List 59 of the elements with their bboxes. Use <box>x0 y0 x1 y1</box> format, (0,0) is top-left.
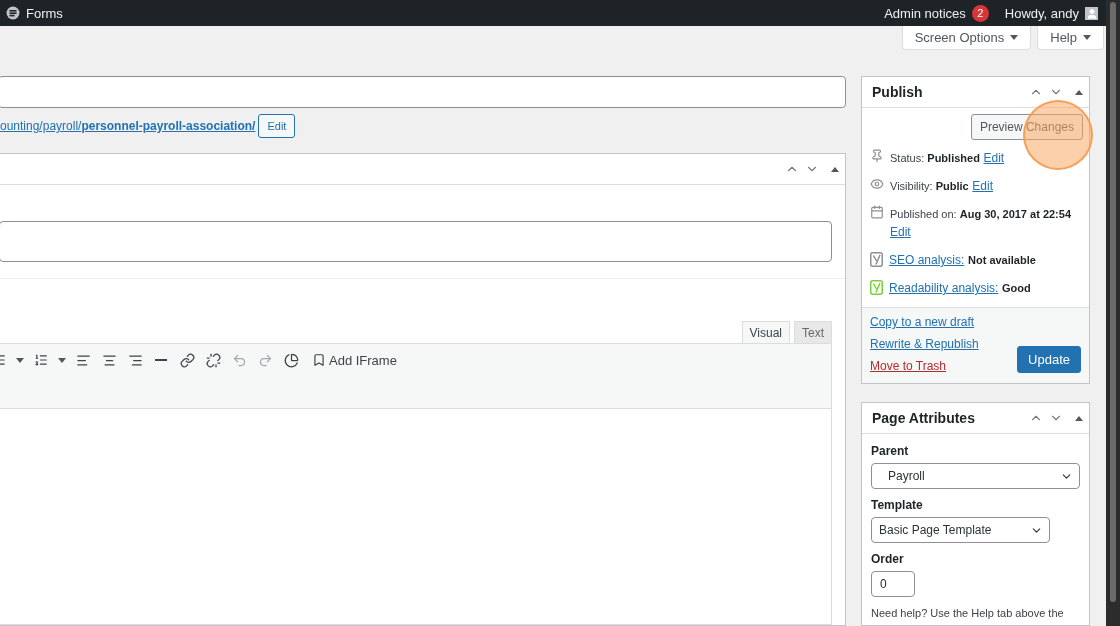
panel-title: Publish <box>872 84 923 100</box>
analysis-result: Good <box>1002 282 1031 294</box>
eye-icon <box>870 177 884 191</box>
link-icon <box>179 352 195 368</box>
parent-select[interactable]: Payroll <box>871 463 1080 489</box>
numbered-list-icon <box>34 353 48 367</box>
screen-meta-button[interactable]: Screen Options <box>901 26 1032 50</box>
text-area[interactable] <box>0 221 832 262</box>
update-button[interactable]: Update <box>1017 346 1081 373</box>
align-right-icon <box>127 352 143 368</box>
help-text: Need help? Use the Help tab above the <box>871 606 1065 620</box>
caret-icon <box>16 357 24 363</box>
pie-chart-icon <box>283 352 299 368</box>
edit-permalink-button[interactable]: Edit <box>258 114 296 138</box>
notice-count: 2 <box>971 4 989 22</box>
align-left-icon <box>75 352 91 368</box>
preview-changes-button[interactable]: Preview Changes <box>970 114 1083 140</box>
pin-icon <box>870 149 884 163</box>
collapse-icon[interactable] <box>1075 415 1083 421</box>
editor-tab[interactable]: Text <box>794 321 832 344</box>
action-link[interactable]: Rewrite & Republish <box>870 337 979 351</box>
site-logo-icon <box>6 6 20 20</box>
edit-link[interactable]: Edit <box>890 225 911 239</box>
collapse-icon[interactable] <box>831 166 839 172</box>
admin-notices-link[interactable]: Admin notices <box>884 5 966 21</box>
template-select[interactable]: Basic Page Template <box>871 517 1050 543</box>
action-link[interactable]: Copy to a new draft <box>870 315 979 329</box>
redo-icon <box>257 352 273 368</box>
analysis-result: Not available <box>968 254 1036 266</box>
align-center-icon <box>101 352 117 368</box>
caret-icon <box>58 357 66 363</box>
scrollbar-thumb[interactable] <box>1110 2 1116 602</box>
avatar-icon[interactable] <box>1085 6 1098 20</box>
site-title[interactable]: Forms <box>26 5 63 21</box>
unlink-icon <box>205 352 221 368</box>
undo-icon <box>231 352 247 368</box>
field-label: Parent <box>871 444 910 459</box>
publish-setting: Visibility: Public <box>890 180 969 192</box>
publish-setting: Status: Published <box>890 152 980 164</box>
editor-tab[interactable]: Visual <box>741 321 790 344</box>
analysis-link[interactable]: SEO analysis: <box>889 253 965 267</box>
horizontal-line-icon <box>155 359 167 361</box>
bookmark-icon <box>312 353 326 367</box>
analysis-link[interactable]: Readability analysis: <box>889 281 999 295</box>
order-field[interactable]: 0 <box>871 571 915 597</box>
panel-title: Page Attributes <box>872 410 975 426</box>
add-iframe-button[interactable]: Add IFrame <box>306 350 397 370</box>
field-label: Template <box>871 498 924 513</box>
collapse-icon[interactable] <box>1075 89 1083 95</box>
edit-link[interactable]: Edit <box>972 179 993 193</box>
greeting[interactable]: Howdy, andy <box>1004 5 1079 21</box>
title-field[interactable] <box>0 76 846 108</box>
publish-date: Published on: Aug 30, 2017 at 22:54 <box>890 208 1072 220</box>
screen-meta-button[interactable]: Help <box>1037 26 1104 50</box>
field-label: Order <box>871 552 905 567</box>
permalink[interactable]: ounting/payroll/personnel-payroll-association/ <box>0 119 256 133</box>
trash-link[interactable]: Move to Trash <box>870 359 979 373</box>
calendar-icon <box>870 205 884 219</box>
edit-link[interactable]: Edit <box>983 151 1005 165</box>
